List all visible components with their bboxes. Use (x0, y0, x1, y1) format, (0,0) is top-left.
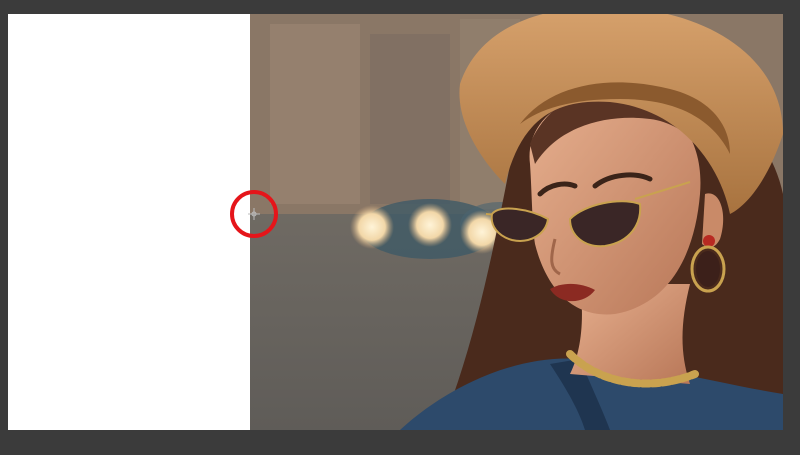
photo-editor-window (0, 0, 800, 455)
crosshair-move-icon (248, 208, 260, 220)
portrait-photo-illustration (250, 14, 783, 430)
cursor-highlight-circle (230, 190, 278, 238)
white-fill-area (8, 14, 250, 430)
document-canvas[interactable] (8, 14, 783, 430)
photo-layer (250, 14, 783, 430)
